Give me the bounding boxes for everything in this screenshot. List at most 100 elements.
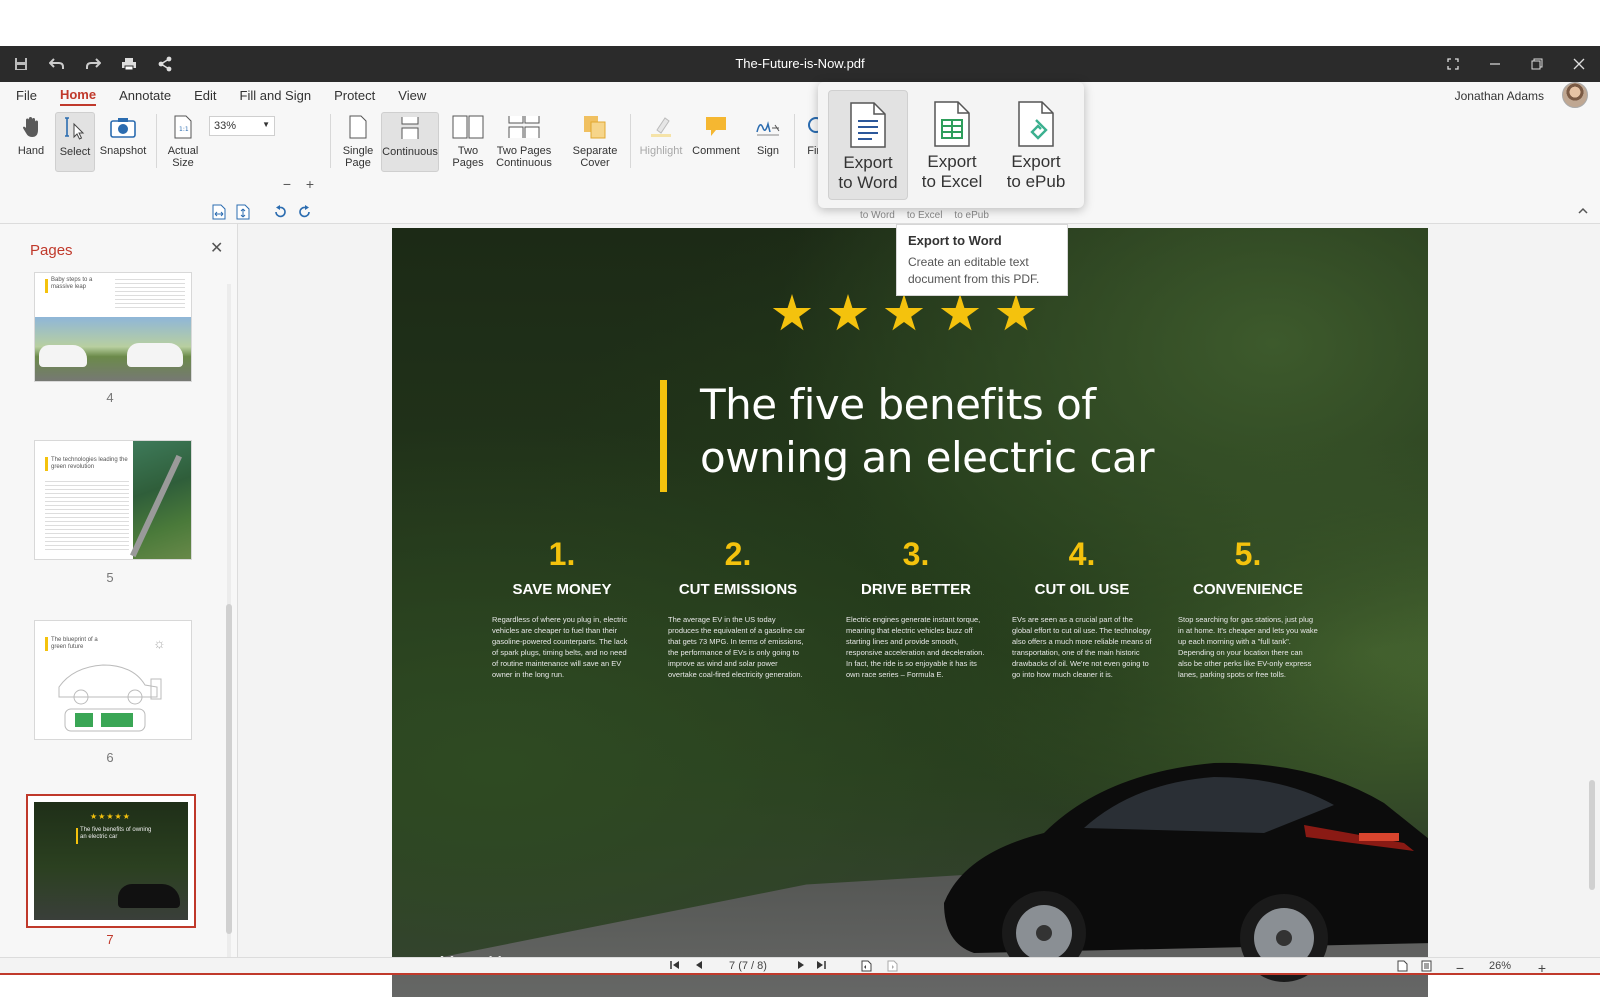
actual-size-label-1: Actual	[167, 145, 199, 157]
thumb-caption: Baby steps to a massive leap	[51, 277, 93, 290]
zoom-out-icon[interactable]: −	[277, 174, 297, 194]
rotate-right-icon[interactable]	[295, 202, 315, 222]
print-icon[interactable]	[118, 53, 140, 75]
under-epub-label: to ePub	[954, 210, 989, 221]
first-page-icon[interactable]	[668, 960, 682, 970]
document-scrollbar[interactable]	[1584, 224, 1600, 957]
continuous-label: Continuous	[382, 146, 438, 158]
page-forward-icon[interactable]	[884, 960, 900, 972]
export-to-epub-button[interactable]: Export to ePub	[996, 90, 1076, 200]
menu-home[interactable]: Home	[59, 85, 97, 106]
export-epub-label-2: to ePub	[1006, 172, 1066, 191]
scrollbar-thumb[interactable]	[226, 604, 232, 934]
benefit-title: CONVENIENCE	[1192, 581, 1304, 598]
separate-cover-button[interactable]: Separate Cover	[570, 112, 620, 172]
page-back-icon[interactable]	[858, 960, 874, 972]
benefit-title: DRIVE BETTER	[860, 581, 971, 598]
two-pages-label-2: Pages	[452, 157, 484, 169]
benefit-body: EVs are seen as a crucial part of the gl…	[1012, 615, 1152, 679]
menu-view[interactable]: View	[398, 86, 426, 105]
continuous-view-icon[interactable]	[1418, 960, 1434, 972]
benefit-3: 3. DRIVE BETTER Electric engines generat…	[846, 536, 986, 680]
zoom-dropdown[interactable]: 33% ▼	[209, 116, 275, 136]
fit-width-icon[interactable]	[209, 202, 229, 222]
snapshot-button[interactable]: Snapshot	[100, 112, 146, 172]
page-thumbnail-5[interactable]: The technologies leading the green revol…	[34, 440, 192, 560]
continuous-button[interactable]: Continuous	[381, 112, 439, 172]
hand-tool-button[interactable]: Hand	[16, 112, 46, 172]
select-tool-button[interactable]: Select	[55, 112, 95, 172]
sun-icon: ☼	[153, 635, 166, 651]
single-page-button[interactable]: Single Page	[338, 112, 378, 172]
document-view: The five benefits of owning an electric …	[238, 224, 1600, 997]
rotate-left-icon[interactable]	[270, 202, 290, 222]
menu-fill-and-sign[interactable]: Fill and Sign	[240, 86, 312, 105]
benefit-4: 4. CUT OIL USE EVs are seen as a crucial…	[1012, 536, 1152, 680]
page-thumbnail-7[interactable]: ★★★★★ The five benefits of owning an ele…	[26, 794, 196, 928]
ribbon-separator	[156, 114, 157, 168]
rating-stars	[772, 294, 1036, 334]
export-to-excel-button[interactable]: Export to Excel	[912, 90, 992, 200]
actual-size-label-2: Size	[172, 157, 194, 169]
two-pages-continuous-label-2: Continuous	[496, 157, 552, 169]
under-excel-label: to Excel	[906, 210, 943, 221]
hand-icon	[21, 112, 41, 142]
excel-sheet-icon	[932, 96, 972, 152]
select-icon	[64, 113, 86, 143]
sign-button[interactable]: Sign	[750, 112, 786, 172]
collapse-ribbon-icon[interactable]	[1578, 204, 1588, 218]
page-indicator[interactable]: 7 (7 / 8)	[716, 960, 780, 972]
page-number-4: 4	[106, 390, 114, 405]
undo-icon[interactable]	[46, 53, 68, 75]
headline-accent-bar	[660, 380, 667, 492]
menu-bar: File Home Annotate Edit Fill and Sign Pr…	[0, 82, 1600, 108]
comment-icon	[705, 112, 727, 142]
redo-icon[interactable]	[82, 53, 104, 75]
next-page-icon[interactable]	[794, 960, 808, 970]
single-page-view-icon[interactable]	[1394, 960, 1410, 972]
menu-edit[interactable]: Edit	[194, 86, 216, 105]
comment-button[interactable]: Comment	[690, 112, 742, 172]
avatar[interactable]	[1562, 82, 1588, 108]
previous-page-icon[interactable]	[692, 960, 706, 970]
pages-panel: Pages ✕ Baby steps to a massive leap 4 T…	[0, 224, 238, 964]
page-thumbnail-4[interactable]: Baby steps to a massive leap	[34, 272, 192, 382]
camera-icon	[110, 112, 136, 142]
pages-scrollbar[interactable]	[225, 274, 233, 974]
benefit-number: 3.	[902, 536, 930, 572]
status-zoom-value[interactable]: 26%	[1482, 960, 1518, 972]
two-pages-continuous-icon	[507, 112, 541, 142]
save-icon[interactable]	[10, 53, 32, 75]
actual-size-button[interactable]: 1:1 Actual Size	[166, 112, 200, 172]
close-icon[interactable]: ✕	[210, 238, 223, 258]
export-to-word-button[interactable]: Export to Word	[828, 90, 908, 200]
benefit-number: 4.	[1068, 536, 1096, 572]
menu-annotate[interactable]: Annotate	[119, 86, 171, 105]
benefit-body: The average EV in the US today produces …	[668, 615, 805, 679]
export-word-label-2: to Word	[838, 173, 898, 192]
scrollbar-thumb[interactable]	[1589, 780, 1595, 890]
thumb-accent-bar	[45, 457, 48, 471]
fullscreen-icon[interactable]	[1432, 46, 1474, 82]
highlight-button[interactable]: Highlight	[635, 112, 687, 172]
zoom-in-icon[interactable]: +	[300, 174, 320, 194]
menu-file[interactable]: File	[16, 86, 37, 105]
star-icon	[996, 294, 1036, 331]
minimize-icon[interactable]	[1474, 46, 1516, 82]
two-pages-button[interactable]: Two Pages	[448, 112, 488, 172]
share-icon[interactable]	[154, 53, 176, 75]
benefit-number: 2.	[724, 536, 752, 572]
page-thumbnail-6[interactable]: The blueprint of a green future ☼	[34, 620, 192, 740]
close-window-icon[interactable]	[1558, 46, 1600, 82]
last-page-icon[interactable]	[814, 960, 828, 970]
star-icon	[884, 294, 924, 331]
zoom-value: 33%	[214, 120, 237, 132]
two-pages-continuous-button[interactable]: Two Pages Continuous	[494, 112, 554, 172]
menu-protect[interactable]: Protect	[334, 86, 375, 105]
page-number-7: 7	[106, 932, 114, 947]
fit-page-icon[interactable]	[233, 202, 253, 222]
thumb-car-diagram	[58, 664, 162, 732]
user-name[interactable]: Jonathan Adams	[1455, 89, 1544, 103]
separate-cover-label-1: Separate	[572, 145, 618, 157]
restore-icon[interactable]	[1516, 46, 1558, 82]
